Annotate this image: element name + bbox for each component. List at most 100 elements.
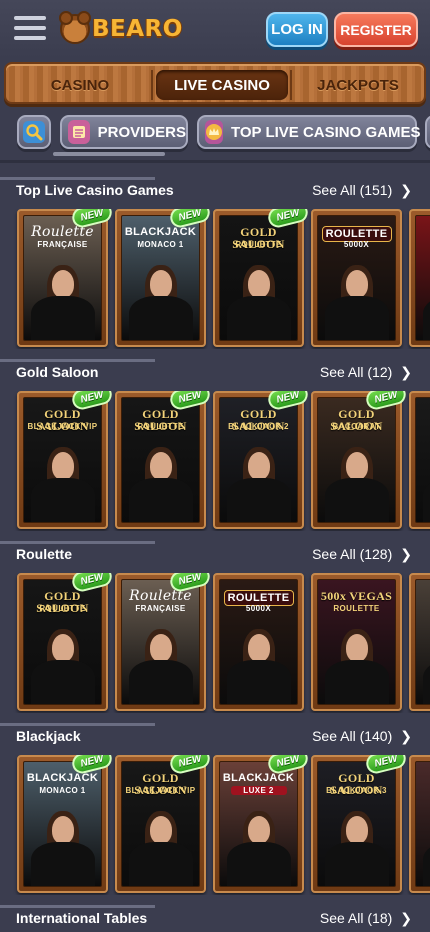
game-subtitle: 5000X [245, 604, 272, 613]
dealer-face [345, 270, 368, 298]
see-all-link[interactable]: See All (12) ❯ [320, 364, 412, 381]
tab-jackpots[interactable]: JACKPOTS [294, 70, 422, 100]
game-card[interactable]: GOLD SALOON ROULETTE NEW [213, 209, 310, 347]
register-button[interactable]: REGISTER [334, 12, 418, 47]
game-title: BLACKJACK [26, 772, 99, 784]
top-live-casino-chip[interactable]: TOP LIVE CASINO GAMES [197, 115, 421, 149]
category-tab-bar: CASINO LIVE CASINO JACKPOTS [4, 62, 426, 104]
bearo-logo[interactable]: BEARO [59, 11, 183, 46]
game-card[interactable] [409, 209, 430, 347]
game-card[interactable]: BLACKJACK LUXE 2 NEW [213, 755, 310, 893]
top-header: BEARO LOG IN REGISTER [0, 0, 430, 58]
game-thumbnail: GOLD SALOON BLACKJACK VIP [121, 761, 200, 887]
game-subtitle: BACCARAT [332, 422, 381, 431]
section-header: International Tables See All (18) ❯ [0, 910, 430, 932]
game-thumbnail: BLACKJACK LUXE 2 [219, 761, 298, 887]
section-divider [0, 905, 155, 908]
more-chip[interactable] [425, 115, 430, 149]
section-divider [0, 541, 155, 544]
game-thumbnail: GOLD SALOON BACCARAT [317, 397, 396, 523]
game-card[interactable]: 500x VEGAS ROULETTE [311, 573, 402, 711]
section-title: Top Live Casino Games [16, 182, 174, 198]
section-title: Gold Saloon [16, 364, 99, 380]
see-all-link[interactable]: See All (151) ❯ [312, 182, 412, 199]
game-card[interactable]: GOLD SALOON BACCARAT NEW [311, 391, 408, 529]
dealer-outfit [226, 296, 291, 340]
see-all-label: See All (151) [312, 182, 393, 198]
game-card[interactable]: GOLD SALOON BLACKJACK 2 NEW [213, 391, 310, 529]
game-card[interactable]: GOLD SALOON BLACKJACK VIP NEW [115, 755, 212, 893]
section-header: Roulette See All (128) ❯ [0, 546, 430, 568]
dealer-face [149, 634, 172, 662]
hamburger-menu-icon[interactable] [14, 16, 46, 42]
game-thumbnail: BLACKJACK MONACO 1 [121, 215, 200, 341]
dealer-outfit [422, 478, 430, 522]
game-thumbnail: GOLD SALOON BLACKJACK 2 [219, 397, 298, 523]
game-row: Roulette FRANÇAISE NEW BLACKJACK MONACO 1 NEW… [0, 209, 430, 349]
section-header: Top Live Casino Games See All (151) ❯ [0, 182, 430, 204]
game-card[interactable]: ROULETTE 5000X [311, 209, 402, 347]
tab-live-casino[interactable]: LIVE CASINO [156, 70, 288, 100]
game-card[interactable]: GOLD SALOON BLACKJACK VIP NEW [17, 391, 114, 529]
section-title: Roulette [16, 546, 72, 562]
dealer-outfit [324, 478, 389, 522]
game-card[interactable] [409, 573, 430, 711]
game-thumbnail: GOLD SALOON ROULETTE [121, 397, 200, 523]
game-thumbnail: ROULETTE 5000X [219, 579, 298, 705]
game-thumbnail: GOLD SALOON BLACKJACK VIP [23, 397, 102, 523]
filter-chips-row: PROVIDERS TOP LIVE CASINO GAMES [0, 112, 430, 154]
game-card[interactable]: GOLD SALOON BLACKJACK 3 NEW [311, 755, 408, 893]
game-thumbnail [415, 215, 430, 341]
game-title: BLACKJACK [124, 226, 197, 238]
game-thumbnail: Roulette FRANÇAISE [23, 215, 102, 341]
game-card[interactable]: Roulette FRANÇAISE NEW [17, 209, 114, 347]
see-all-link[interactable]: See All (128) ❯ [312, 546, 412, 563]
see-all-label: See All (18) [319, 910, 393, 926]
game-card[interactable]: BLACKJACK MONACO 1 NEW [17, 755, 114, 893]
dealer-outfit [30, 660, 95, 704]
game-card[interactable]: VIP BL [409, 755, 430, 893]
dealer-face [51, 816, 74, 844]
game-card[interactable]: GOLD SALOON ROULETTE NEW [115, 391, 212, 529]
game-title: VIP BL [416, 772, 430, 784]
chevron-right-icon: ❯ [400, 364, 412, 380]
see-all-link[interactable]: See All (140) ❯ [312, 728, 412, 745]
search-button[interactable] [17, 115, 51, 149]
see-all-link[interactable]: See All (18) ❯ [320, 910, 412, 927]
game-card[interactable]: GO [409, 391, 430, 529]
dealer-face [247, 452, 270, 480]
game-card[interactable]: GOLD SALOON ROULETTE NEW [17, 573, 114, 711]
game-row: BLACKJACK MONACO 1 NEW GOLD SALOON BLACKJACK… [0, 755, 430, 895]
dealer-face [345, 452, 368, 480]
game-thumbnail: GOLD SALOON ROULETTE [23, 579, 102, 705]
dealer-outfit [226, 660, 291, 704]
dealer-face [51, 452, 74, 480]
section-divider [0, 723, 155, 726]
section-title: International Tables [16, 910, 148, 926]
login-button[interactable]: LOG IN [266, 12, 328, 47]
chevron-right-icon: ❯ [400, 182, 412, 198]
providers-chip[interactable]: PROVIDERS [60, 115, 188, 149]
chips-scroll-indicator [53, 152, 165, 156]
dealer-outfit [422, 296, 430, 340]
game-card[interactable]: Roulette FRANÇAISE NEW [115, 573, 212, 711]
tab-divider [290, 70, 292, 100]
dealer-outfit [422, 660, 430, 704]
game-title: Roulette [129, 588, 192, 604]
game-row: GOLD SALOON ROULETTE NEW Roulette FRANÇAISE N… [0, 573, 430, 713]
dealer-outfit [30, 478, 95, 522]
game-title: GO [416, 408, 430, 420]
game-card[interactable]: BLACKJACK MONACO 1 NEW [115, 209, 212, 347]
game-subtitle: MONACO 1 [137, 240, 184, 249]
chevron-right-icon: ❯ [400, 728, 412, 744]
game-subtitle: ROULETTE [235, 240, 282, 249]
game-subtitle: LUXE 2 [230, 786, 287, 795]
chevron-right-icon: ❯ [400, 546, 412, 562]
top-live-label: TOP LIVE CASINO GAMES [231, 123, 421, 141]
game-card[interactable]: ROULETTE 5000X [213, 573, 304, 711]
game-thumbnail: GO [415, 397, 430, 523]
game-subtitle: FRANÇAISE [37, 240, 88, 249]
dealer-outfit [128, 478, 193, 522]
search-icon [23, 121, 45, 143]
tab-casino[interactable]: CASINO [12, 70, 148, 100]
